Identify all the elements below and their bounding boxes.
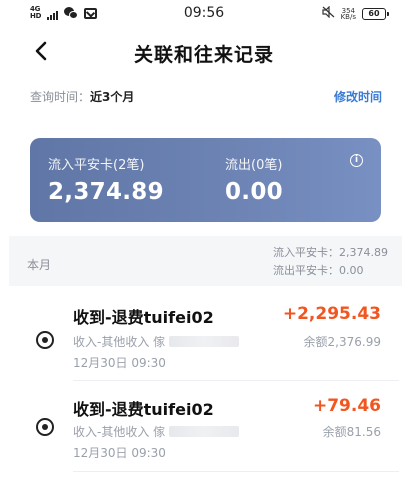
summary-card: 流入平安卡(2笔) 2,374.89 流出(0笔) 0.00 i [30,138,381,222]
transaction-balance: 余额2,376.99 [303,335,381,349]
query-time-row: 查询时间：近3个月 修改时间 [30,88,382,108]
month-summary: 流入平安卡：2,374.89 流出平安卡：0.00 [273,244,388,280]
month-header: 本月 流入平安卡：2,374.89 流出平安卡：0.00 [9,236,402,286]
redacted-text [169,426,240,437]
transaction-category-text: 收入-其他收入 傢 [73,425,166,439]
mute-icon [321,5,335,21]
transaction-title: 收到-退费tuifei02 [73,400,214,419]
month-outflow-summary: 流出平安卡：0.00 [273,264,364,277]
transaction-category: 收入-其他收入 傢 [73,333,240,350]
transaction-date: 12月30日 09:30 [73,446,166,460]
query-time-value: 近3个月 [90,90,135,104]
nav-bar: 关联和往来记录 [0,30,408,74]
inflow-value: 2,374.89 [48,179,164,205]
status-bar: 4G HD 09:56 354 KB/s 60 [0,0,408,26]
transaction-balance: 余额81.56 [322,425,381,439]
divider [73,471,399,472]
month-label: 本月 [27,258,52,272]
battery-icon: 60 [362,7,389,20]
transaction-item[interactable]: 收到-退费tuifei02 +2,295.43 收入-其他收入 傢 余额2,37… [0,300,408,390]
inflow-label: 流入平安卡(2笔) [48,158,145,173]
transaction-type-icon [36,418,54,436]
transaction-type-icon [36,331,54,349]
info-icon[interactable]: i [350,154,363,167]
transaction-category-text: 收入-其他收入 傢 [73,335,166,349]
transaction-date: 12月30日 09:30 [73,356,166,370]
inflow-summary: 流入平安卡(2笔) 2,374.89 [48,154,164,205]
outflow-summary: 流出(0笔) 0.00 [225,154,283,205]
status-right: 354 KB/s 60 [321,5,389,21]
page-title: 关联和往来记录 [133,44,274,66]
redacted-text [169,336,240,347]
transaction-amount: +79.46 [312,396,381,416]
net-speed: 354 KB/s [340,7,356,21]
divider [73,380,399,381]
month-inflow-summary: 流入平安卡：2,374.89 [273,246,388,259]
transaction-item[interactable]: 收到-退费tuifei02 +79.46 收入-其他收入 傢 余额81.56 1… [0,392,408,482]
transaction-amount: +2,295.43 [282,304,381,324]
modify-time-button[interactable]: 修改时间 [334,88,382,105]
net-speed-unit: KB/s [340,12,356,21]
query-time-label: 查询时间： [30,90,91,104]
outflow-value: 0.00 [225,179,283,205]
transaction-category: 收入-其他收入 傢 [73,423,240,440]
outflow-label: 流出(0笔) [225,158,283,173]
transaction-title: 收到-退费tuifei02 [73,308,214,327]
